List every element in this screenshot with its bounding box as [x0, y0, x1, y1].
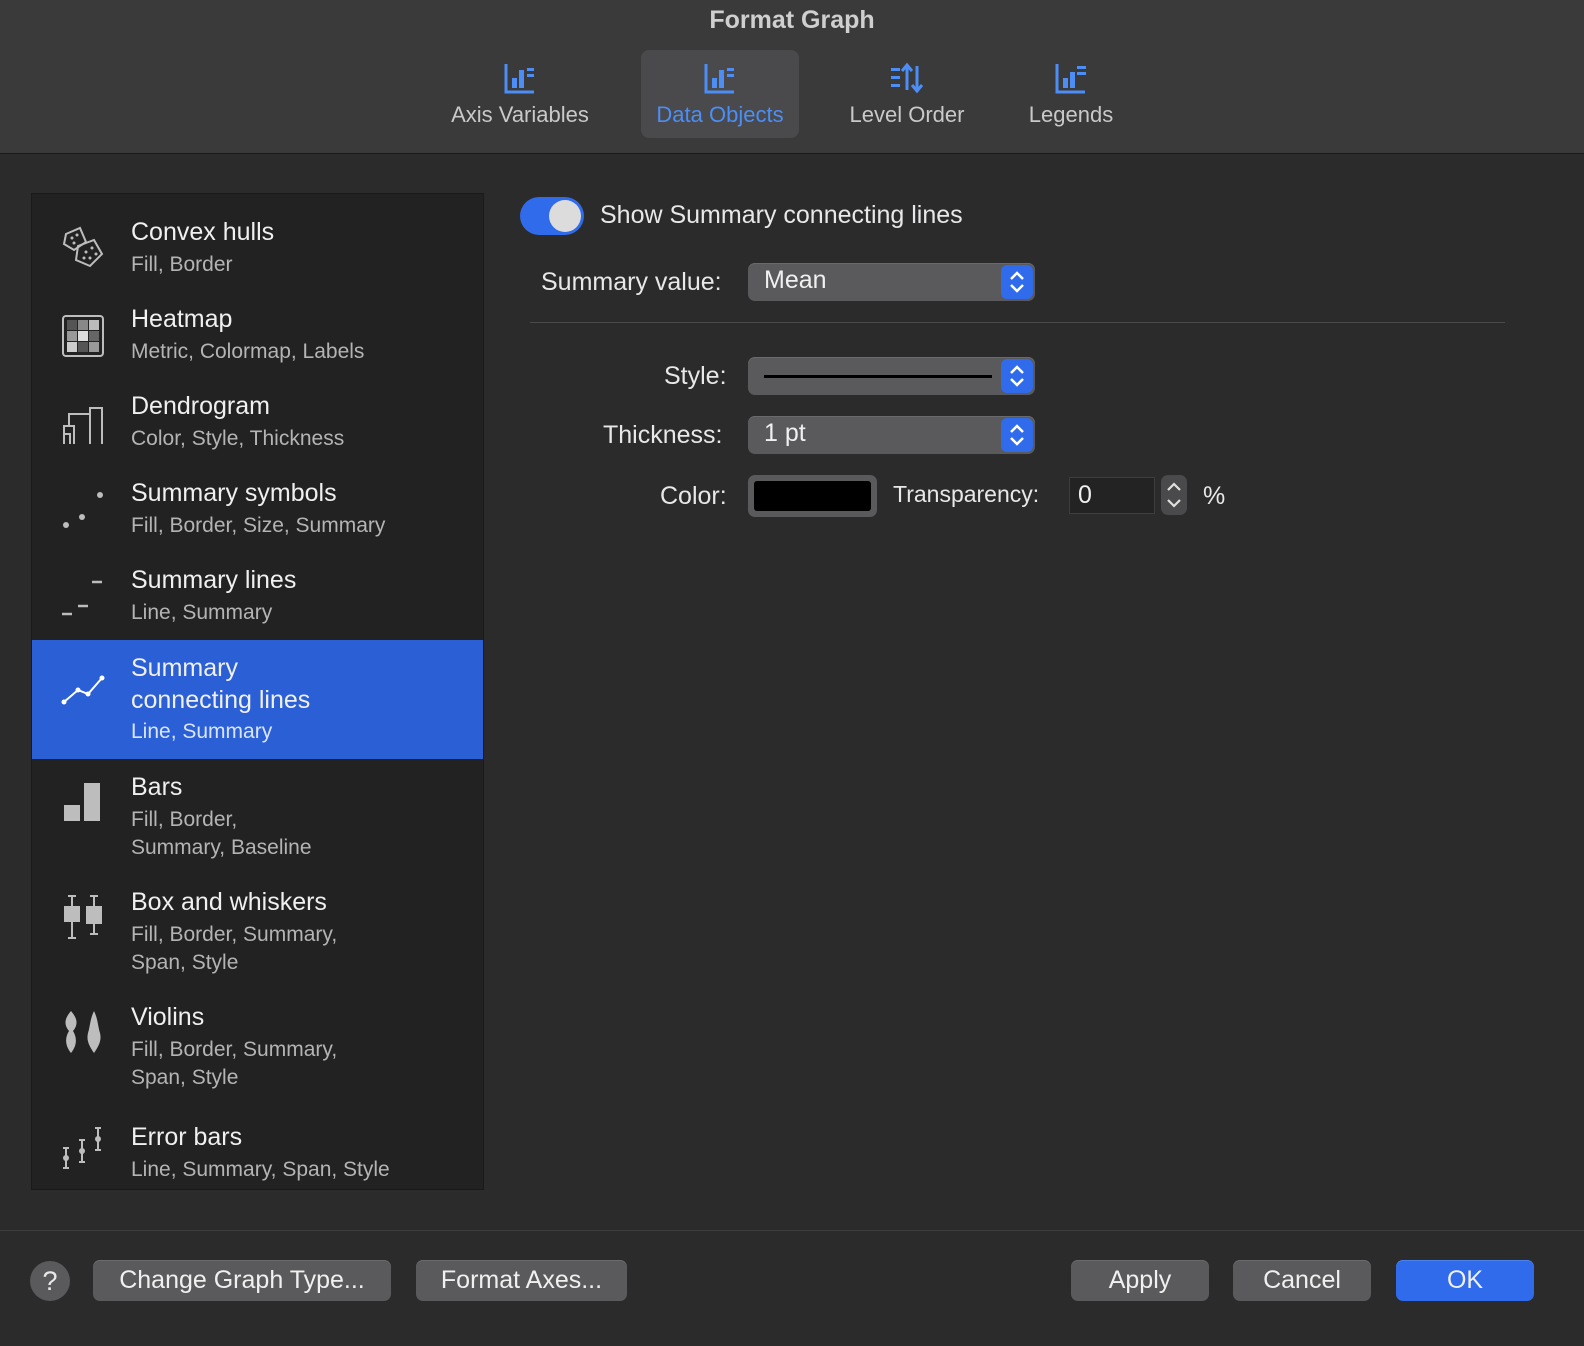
transparency-input[interactable]: 0 [1069, 477, 1155, 514]
color-label: Color: [660, 482, 727, 510]
style-label: Style: [664, 362, 727, 390]
chevron-up-down-icon [1001, 359, 1033, 393]
list-item-convex-hulls[interactable]: Convex hulls Fill, Border [32, 194, 483, 281]
level-order-icon [891, 62, 924, 94]
item-title: Summary symbols [131, 479, 337, 507]
item-subtitle: Line, Summary, Span, Style [131, 1158, 390, 1181]
list-item-heatmap[interactable]: Heatmap Metric, Colormap, Labels [32, 281, 483, 368]
stepper-arrows-icon [1167, 482, 1181, 508]
tab-legends[interactable]: Legends [1018, 50, 1124, 138]
thickness-label: Thickness: [603, 421, 723, 449]
item-title-continued: connecting lines [131, 686, 311, 714]
tab-label: Legends [1028, 102, 1114, 127]
item-subtitle-continued: Span, Style [131, 1066, 239, 1089]
color-well[interactable] [748, 475, 877, 517]
tab-level-order[interactable]: Level Order [838, 50, 976, 138]
tab-data-objects[interactable]: Data Objects [641, 50, 799, 138]
summary-symbols-icon [63, 492, 103, 528]
toggle-knob [549, 200, 581, 232]
chevron-up-down-icon [1001, 265, 1033, 299]
list-item-dendrogram[interactable]: Dendrogram Color, Style, Thickness [32, 368, 483, 455]
section-divider [530, 322, 1505, 323]
show-connecting-lines-toggle[interactable] [520, 197, 584, 235]
list-item-summary-lines[interactable]: Summary lines Line, Summary [32, 542, 483, 629]
change-graph-type-button[interactable]: Change Graph Type... [93, 1260, 391, 1301]
apply-button[interactable]: Apply [1071, 1260, 1209, 1301]
item-subtitle: Line, Summary [131, 601, 273, 624]
chevron-up-down-icon [1001, 418, 1033, 452]
summary-value-label: Summary value: [541, 268, 722, 296]
item-subtitle: Fill, Border, Summary, [131, 923, 338, 946]
line-style-preview [764, 375, 992, 378]
error-bars-icon [63, 1127, 101, 1169]
item-subtitle: Metric, Colormap, Labels [131, 340, 365, 363]
dendrogram-icon [63, 407, 103, 444]
axis-variables-icon [504, 64, 534, 94]
ok-button[interactable]: OK [1396, 1260, 1534, 1301]
tab-label: Level Order [849, 102, 965, 127]
tab-label: Data Objects [656, 102, 784, 127]
summary-connecting-lines-icon [61, 675, 105, 705]
help-button[interactable]: ? [30, 1261, 70, 1301]
toolbar: Format Graph Axis Variables Data Objects [0, 0, 1584, 154]
list-item-summary-connecting-lines[interactable]: Summary connecting lines Line, Summary [32, 640, 483, 759]
format-axes-button[interactable]: Format Axes... [416, 1260, 627, 1301]
transparency-stepper[interactable] [1161, 475, 1187, 515]
style-select[interactable] [748, 357, 1035, 395]
item-title: Bars [131, 773, 183, 801]
legends-icon [1055, 64, 1086, 94]
item-subtitle: Fill, Border, Summary, [131, 1038, 338, 1061]
violins-icon [65, 1011, 101, 1053]
item-subtitle: Fill, Border [131, 253, 233, 276]
list-item-box-and-whiskers[interactable]: Box and whiskers Fill, Border, Summary, … [32, 874, 483, 989]
summary-value-select[interactable]: Mean [748, 263, 1035, 301]
item-title: Error bars [131, 1123, 243, 1151]
color-swatch-fill [754, 481, 871, 511]
data-objects-list: Convex hulls Fill, Border Heatmap Metric… [31, 193, 484, 1190]
item-title: Summary lines [131, 566, 297, 594]
heatmap-icon [62, 315, 104, 357]
footer-divider [0, 1230, 1584, 1231]
summary-lines-icon [62, 580, 102, 616]
bars-icon [64, 783, 100, 821]
box-whiskers-icon [64, 895, 102, 939]
item-subtitle: Fill, Border, Size, Summary [131, 514, 386, 537]
item-title: Convex hulls [131, 218, 275, 246]
transparency-label: Transparency: [893, 481, 1040, 507]
item-title: Summary [131, 654, 238, 682]
thickness-select[interactable]: 1 pt [748, 416, 1035, 454]
cancel-button[interactable]: Cancel [1233, 1260, 1371, 1301]
tab-axis-variables[interactable]: Axis Variables [437, 50, 603, 138]
list-item-bars[interactable]: Bars Fill, Border, Summary, Baseline [32, 759, 483, 874]
item-subtitle-continued: Span, Style [131, 951, 239, 974]
show-connecting-lines-label: Show Summary connecting lines [600, 201, 963, 229]
transparency-unit: % [1203, 482, 1226, 510]
convex-hulls-icon [62, 226, 104, 268]
list-item-error-bars[interactable]: Error bars Line, Summary, Span, Style [32, 1104, 483, 1189]
thickness-selected: 1 pt [764, 419, 806, 447]
item-subtitle: Line, Summary [131, 720, 273, 743]
item-subtitle-continued: Summary, Baseline [131, 836, 312, 859]
list-item-summary-symbols[interactable]: Summary symbols Fill, Border, Size, Summ… [32, 455, 483, 542]
item-subtitle: Color, Style, Thickness [131, 427, 345, 450]
data-objects-icon [704, 64, 734, 94]
list-item-violins[interactable]: Violins Fill, Border, Summary, Span, Sty… [32, 989, 483, 1104]
item-title: Dendrogram [131, 392, 270, 420]
item-title: Heatmap [131, 305, 233, 333]
tab-label: Axis Variables [451, 102, 589, 127]
item-subtitle: Fill, Border, [131, 808, 238, 831]
item-title: Box and whiskers [131, 888, 327, 916]
summary-value-selected: Mean [764, 266, 827, 294]
window-title: Format Graph [709, 6, 875, 34]
item-title: Violins [131, 1003, 205, 1031]
